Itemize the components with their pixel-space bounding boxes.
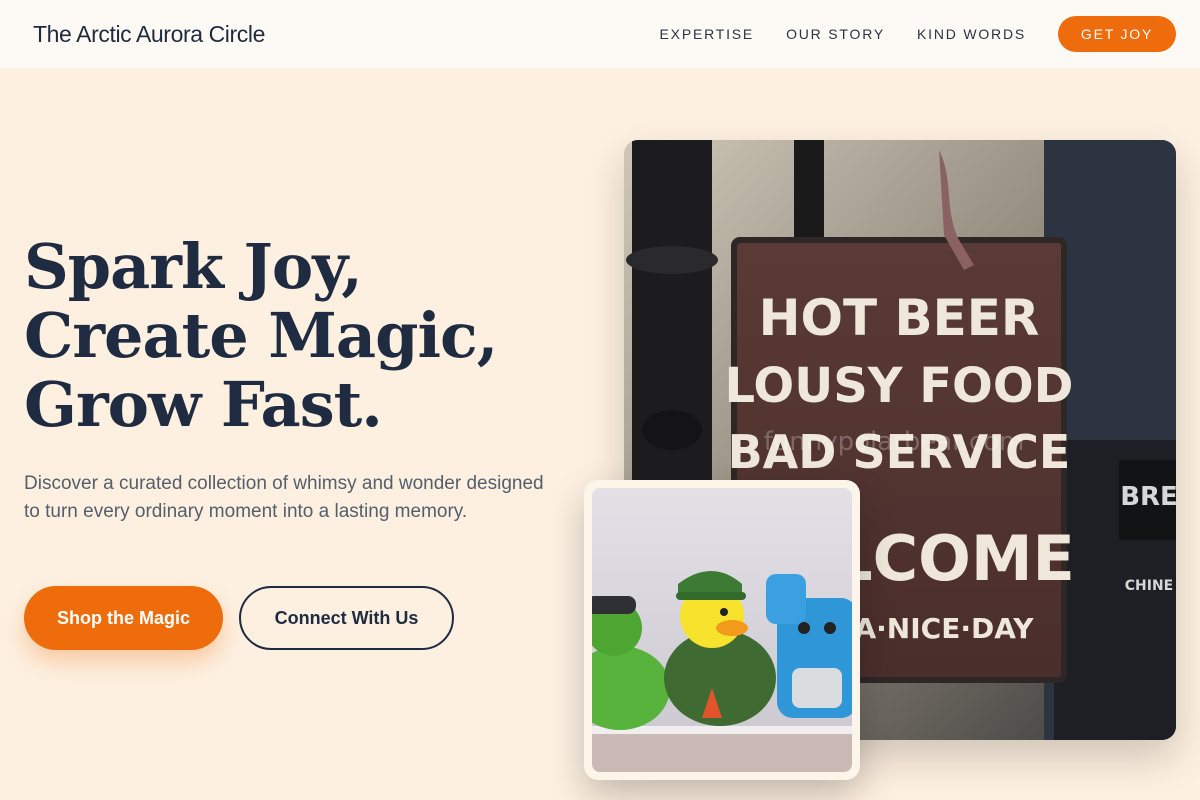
main-nav: EXPERTISE OUR STORY KIND WORDS GET JOY xyxy=(628,16,1176,52)
brand-logo[interactable]: The Arctic Aurora Circle xyxy=(33,21,265,48)
sign-text-line: LOUSY FOOD xyxy=(725,358,1074,414)
photo-watermark: funnypolarbear.com xyxy=(764,427,1025,457)
nav-link-expertise[interactable]: EXPERTISE xyxy=(660,26,755,42)
nav-link-kind-words[interactable]: KIND WORDS xyxy=(917,26,1026,42)
svg-text:BRE: BRE xyxy=(1120,482,1176,512)
hero-title-line: Grow Fast. xyxy=(24,368,383,441)
hero-description: Discover a curated collection of whimsy … xyxy=(24,473,544,522)
connect-with-us-button[interactable]: Connect With Us xyxy=(239,586,454,650)
site-header: The Arctic Aurora Circle EXPERTISE OUR S… xyxy=(0,0,1200,68)
sign-text-line: LCOME xyxy=(833,522,1075,595)
sign-text-line: HOT BEER xyxy=(759,289,1040,347)
hero-inset-photo-frame xyxy=(584,480,860,780)
nav-link-our-story[interactable]: OUR STORY xyxy=(786,26,885,42)
hero-inset-photo xyxy=(592,488,852,772)
hero-title: Spark Joy, Create Magic, Grow Fast. xyxy=(24,232,564,439)
svg-text:CHINE: CHINE xyxy=(1125,578,1173,594)
hero-title-line: Spark Joy, xyxy=(24,230,363,303)
get-joy-button[interactable]: GET JOY xyxy=(1058,16,1176,52)
hero-title-line: Create Magic, xyxy=(24,299,498,372)
shop-the-magic-button[interactable]: Shop the Magic xyxy=(24,586,223,650)
sign-text-line: A·NICE·DAY xyxy=(855,612,1035,645)
